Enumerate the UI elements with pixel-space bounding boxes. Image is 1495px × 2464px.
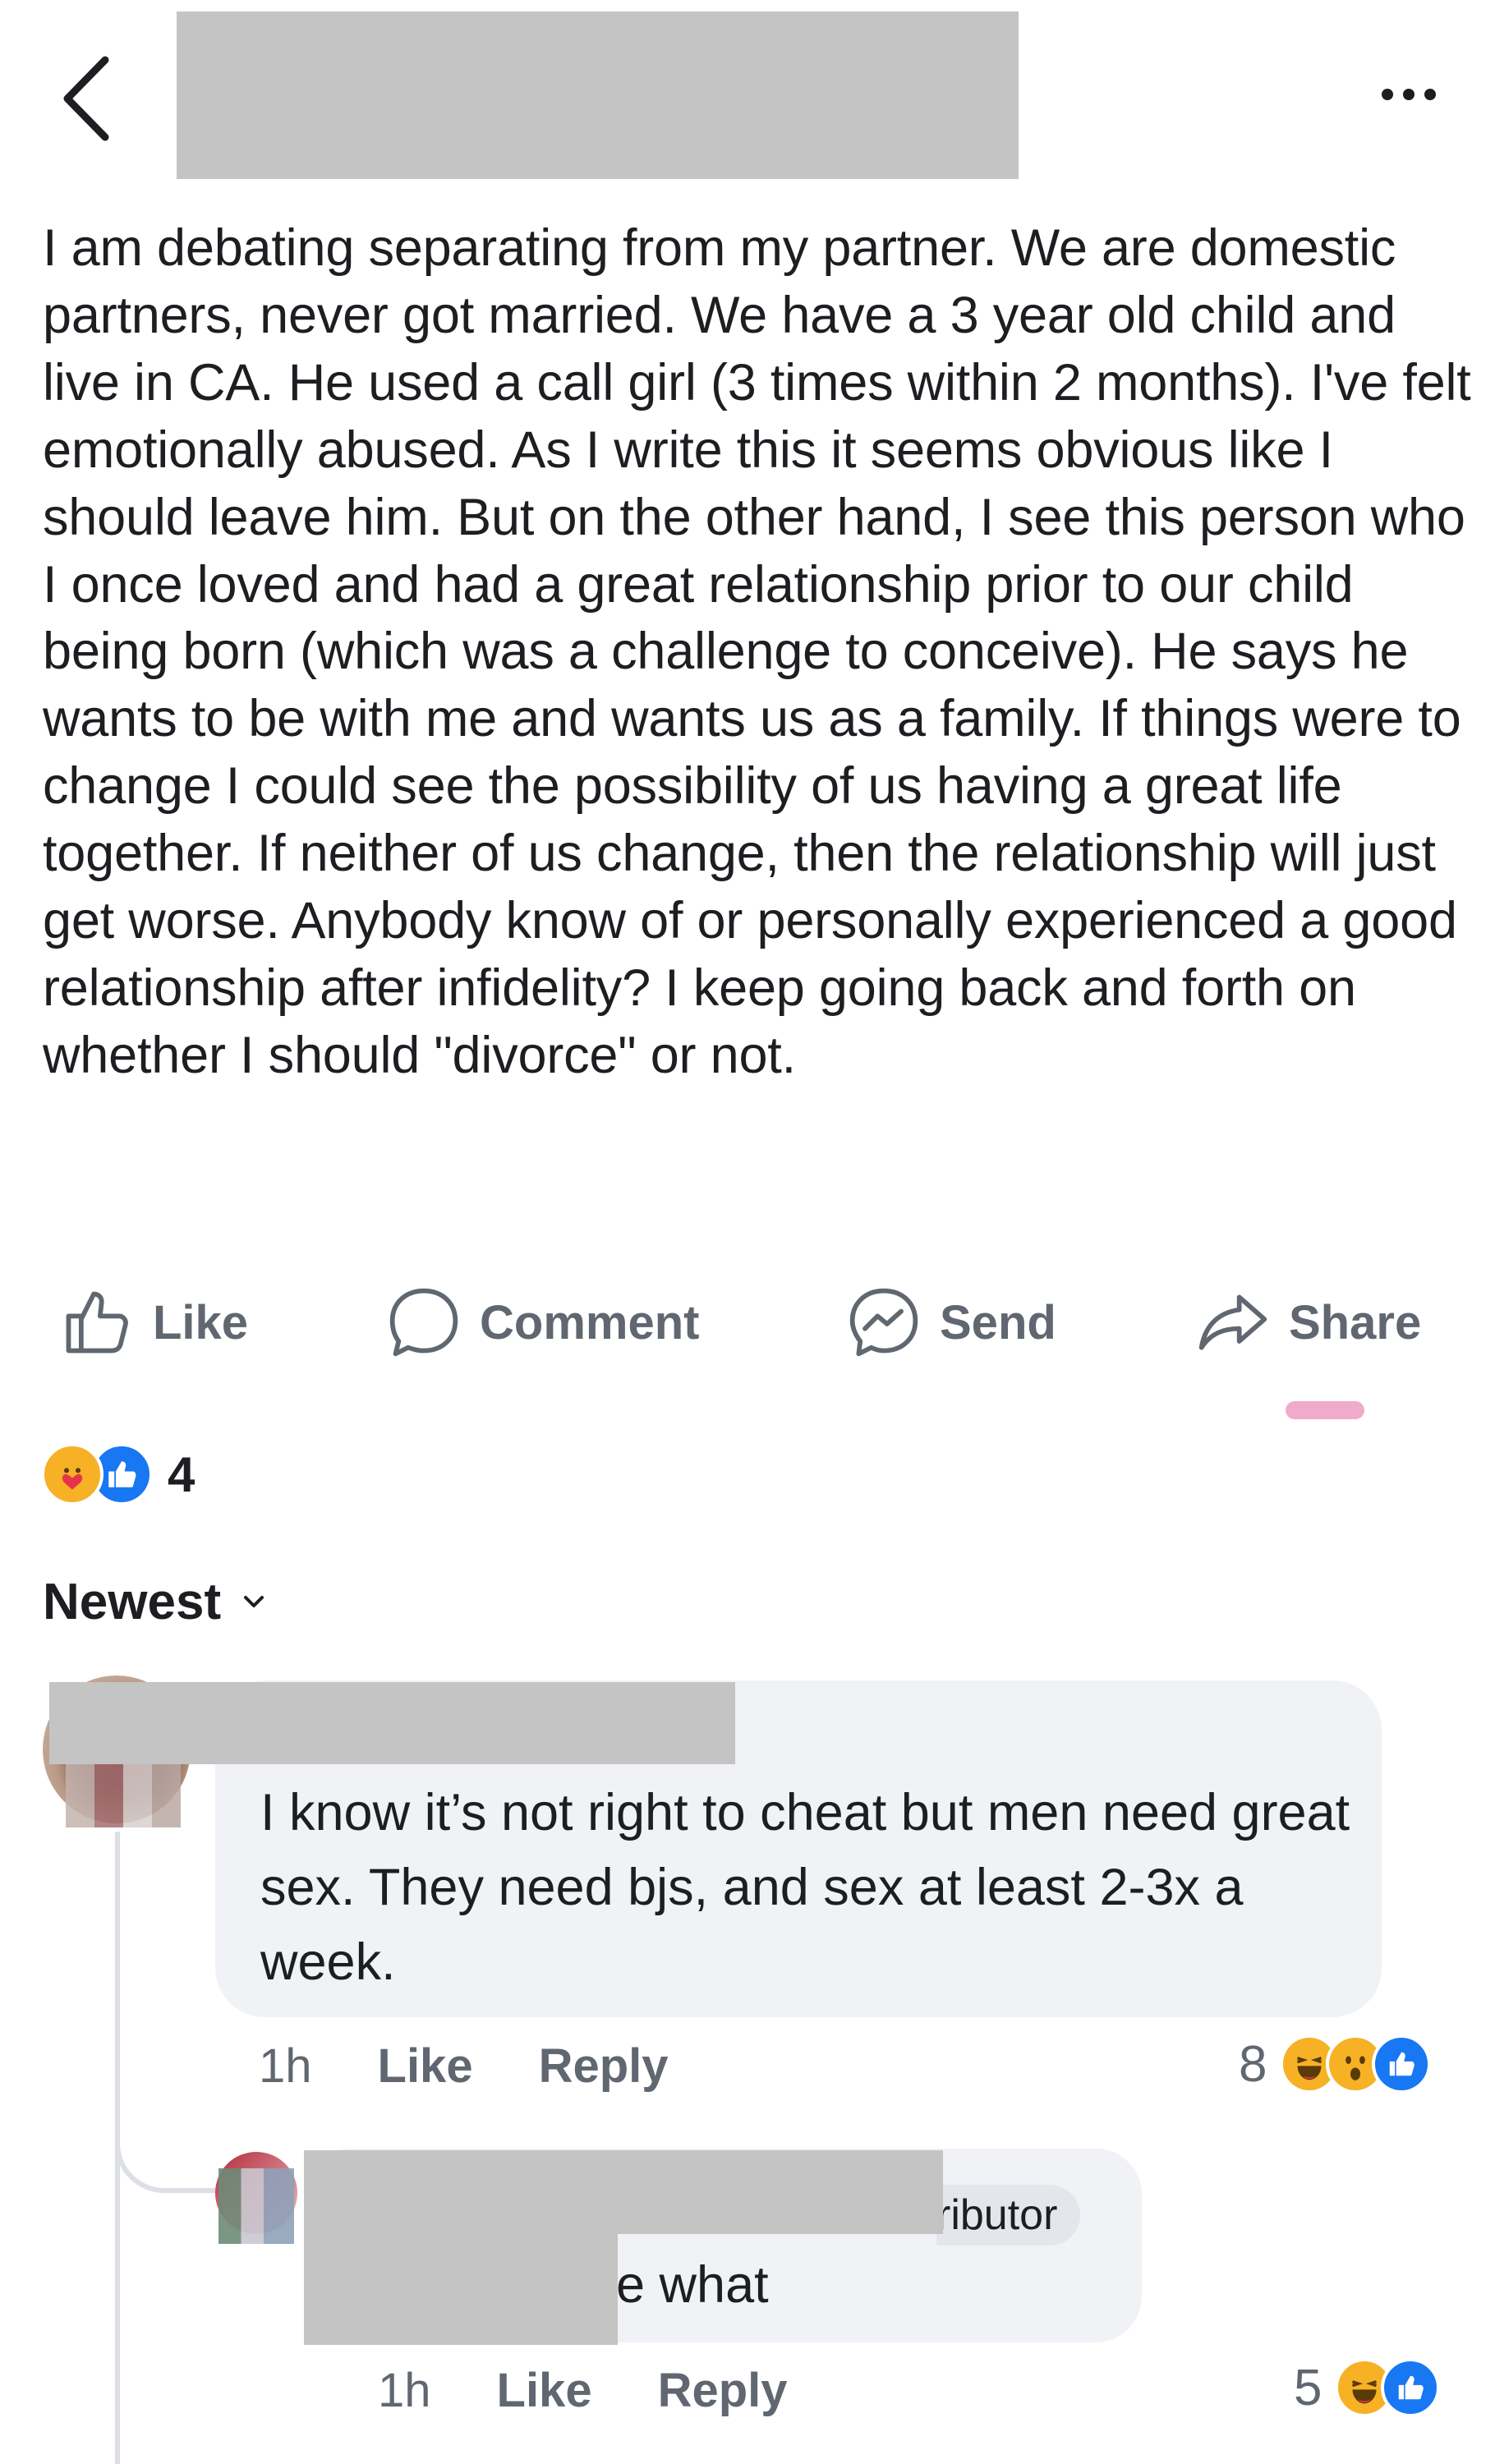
send-label: Send <box>940 1295 1056 1349</box>
messenger-icon <box>849 1288 918 1357</box>
reply-reply-button[interactable]: Reply <box>658 2363 788 2418</box>
comment-reaction-count: 8 <box>1239 2035 1267 2093</box>
comment-text: I know it’s not right to cheat but men n… <box>260 1784 1350 1991</box>
reply-reactions[interactable]: 5 <box>1294 2351 1441 2425</box>
comment-sort-dropdown[interactable]: Newest <box>43 1561 265 1643</box>
contributor-badge: ributor <box>936 2185 1081 2246</box>
like-label: Like <box>153 1295 249 1349</box>
comment-bubble-icon <box>389 1288 458 1357</box>
redacted-group-name <box>177 11 1019 179</box>
more-dot-icon <box>1424 89 1436 100</box>
share-button[interactable]: Share <box>1195 1281 1421 1363</box>
back-button[interactable] <box>49 49 123 148</box>
chevron-down-icon <box>244 1596 264 1607</box>
reply-timestamp: 1h <box>378 2363 431 2417</box>
comment-reply-button[interactable]: Reply <box>539 2039 669 2094</box>
post-reactions-summary[interactable]: 4 <box>41 1439 195 1510</box>
comment-meta: 1h Like Reply <box>259 2033 669 2099</box>
comment-timestamp: 1h <box>259 2039 312 2093</box>
send-button[interactable]: Send <box>846 1281 1056 1363</box>
care-icon <box>41 1443 104 1506</box>
sort-label: Newest <box>43 1573 222 1630</box>
comment-label: Comment <box>480 1295 700 1349</box>
reaction-count: 4 <box>168 1446 196 1502</box>
share-label: Share <box>1289 1295 1422 1349</box>
reply-text: e what <box>616 2256 769 2314</box>
comment-button[interactable]: Comment <box>386 1281 699 1363</box>
share-arrow-icon <box>1198 1294 1267 1350</box>
post-text: I am debating separating from my partner… <box>43 219 1471 1084</box>
more-dot-icon <box>1382 89 1393 100</box>
like-icon <box>1381 2358 1441 2417</box>
like-icon <box>1372 2034 1432 2094</box>
reply-like-button[interactable]: Like <box>497 2363 592 2418</box>
reply-meta: 1h Like Reply <box>378 2357 788 2423</box>
chevron-left-icon <box>63 56 109 141</box>
pink-highlight-mark <box>1286 1401 1364 1419</box>
redacted-reply-text <box>304 2234 618 2345</box>
comment-reactions[interactable]: 8 <box>1239 2027 1432 2101</box>
more-options-button[interactable] <box>1364 66 1454 123</box>
redacted-commenter-name <box>304 2150 943 2234</box>
pixelated-avatar <box>218 2168 294 2244</box>
like-button[interactable]: Like <box>59 1281 248 1363</box>
redacted-commenter-name <box>49 1682 735 1764</box>
comment-like-button[interactable]: Like <box>378 2039 473 2094</box>
reply-reaction-count: 5 <box>1294 2359 1322 2416</box>
thumbs-up-icon <box>66 1291 128 1354</box>
more-dot-icon <box>1403 89 1414 100</box>
